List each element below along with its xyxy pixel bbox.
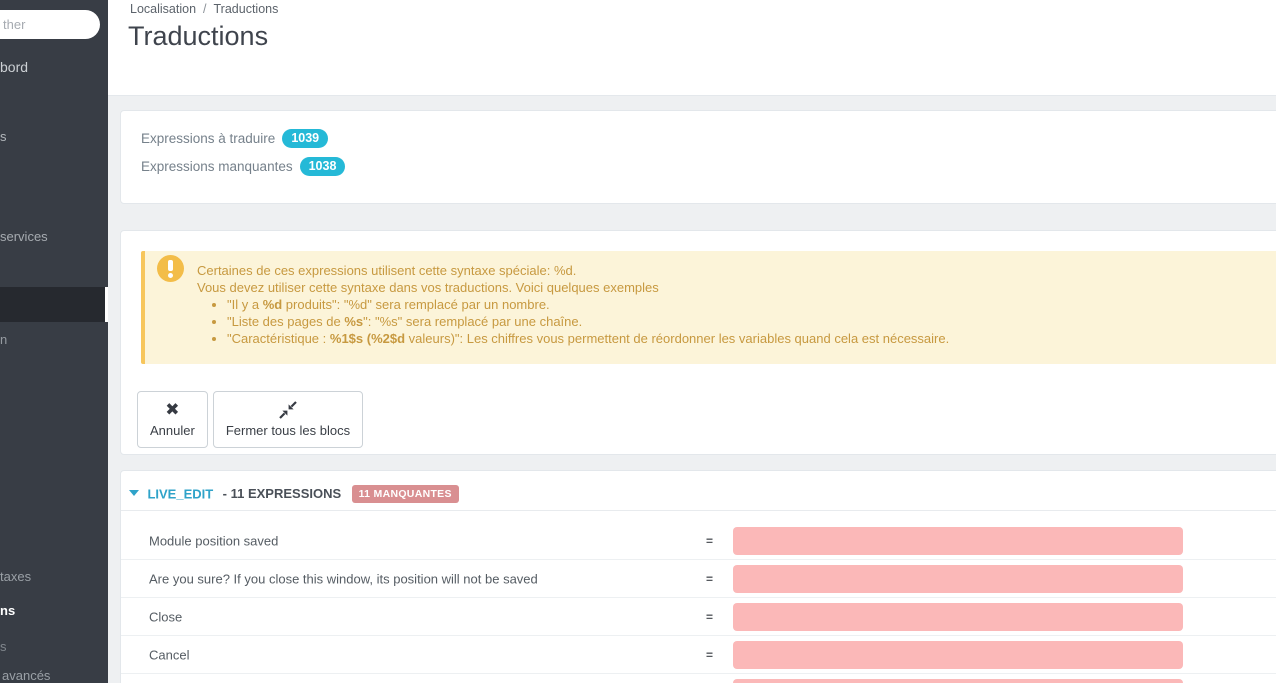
warning-example: "Il y a %d produits": "%d" sera remplacé… xyxy=(227,296,1272,313)
breadcrumb-separator: / xyxy=(203,2,207,16)
section-expression-count: - 11 EXPRESSIONS xyxy=(222,486,342,502)
stats-panel: Expressions à traduire 1039 Expressions … xyxy=(120,110,1276,204)
warning-line: Vous devez utiliser cette syntaxe dans v… xyxy=(197,280,659,295)
sidebar-item-active[interactable] xyxy=(0,287,108,322)
close-all-blocks-button[interactable]: Fermer tous les blocs xyxy=(212,391,364,448)
live-edit-panel: LIVE_EDIT - 11 EXPRESSIONS 11 MANQUANTES… xyxy=(120,470,1276,683)
count-badge: 1039 xyxy=(282,128,329,148)
toolbar: ✖ Annuler Fermer tous les blocs xyxy=(137,391,364,448)
search-placeholder-fragment: ther xyxy=(3,17,26,32)
missing-count-badge: 11 MANQUANTES xyxy=(351,484,459,503)
page-title: Traductions xyxy=(128,21,269,51)
warning-example: "Caractéristique : %1$s (%2$d valeurs)":… xyxy=(227,330,1272,347)
equals-sign: = xyxy=(706,571,714,586)
stat-line: Expressions à traduire 1039 xyxy=(141,128,1276,148)
count-badge: 1038 xyxy=(299,156,346,176)
translation-input[interactable] xyxy=(733,603,1183,631)
form-panel: Certaines de ces expressions utilisent c… xyxy=(120,230,1276,455)
translation-row: Are you sure? If you close this window, … xyxy=(121,560,1276,598)
breadcrumb: Localisation / Traductions xyxy=(130,2,278,16)
source-expression: Cancel xyxy=(149,647,190,662)
breadcrumb-current: Traductions xyxy=(213,2,279,16)
translations-page: ther bord s services n taxes ns s avancé… xyxy=(0,0,1276,683)
stat-line: Expressions manquantes 1038 xyxy=(141,156,1276,176)
search-input[interactable]: ther xyxy=(0,10,100,39)
sidebar-subitem[interactable]: n xyxy=(0,332,7,347)
stat-label: Expressions à traduire xyxy=(141,130,276,146)
sidebar: ther bord s services n taxes ns s avancé… xyxy=(0,0,108,683)
translation-input[interactable] xyxy=(733,527,1183,555)
equals-sign: = xyxy=(706,647,714,662)
warning-line: Certaines de ces expressions utilisent c… xyxy=(197,263,577,278)
warning-box: Certaines de ces expressions utilisent c… xyxy=(141,251,1276,364)
translation-input[interactable] xyxy=(733,641,1183,669)
source-expression: Close xyxy=(149,609,183,624)
sidebar-item-advanced-settings[interactable]: avancés xyxy=(2,668,50,683)
sidebar-subitem-taxes[interactable]: taxes xyxy=(0,569,31,584)
equals-sign: = xyxy=(706,533,714,548)
warning-examples: "Il y a %d produits": "%d" sera remplacé… xyxy=(227,296,1272,347)
source-expression: Module position saved xyxy=(149,533,279,548)
close-all-blocks-label: Fermer tous les blocs xyxy=(225,423,351,438)
main-content: Localisation / Traductions Traductions Exp… xyxy=(108,0,1276,683)
chevron-down-icon[interactable] xyxy=(129,489,139,496)
translation-row: = xyxy=(121,674,1276,683)
translation-row: Module position saved = xyxy=(121,522,1276,560)
section-header-live-edit[interactable]: LIVE_EDIT - 11 EXPRESSIONS 11 MANQUANTES xyxy=(121,471,1276,511)
sidebar-subitem-translations[interactable]: ns xyxy=(0,603,15,618)
warning-example: "Liste des pages de %s": "%s" sera rempl… xyxy=(227,313,1272,330)
cancel-button-label: Annuler xyxy=(150,423,195,438)
sidebar-item[interactable]: s xyxy=(0,129,7,144)
compress-icon xyxy=(279,401,297,419)
sidebar-item[interactable]: s xyxy=(0,639,7,654)
section-name: LIVE_EDIT xyxy=(147,486,214,502)
translation-input[interactable] xyxy=(733,679,1183,683)
source-expression: Are you sure? If you close this window, … xyxy=(149,571,538,586)
translation-row: Close = xyxy=(121,598,1276,636)
sidebar-item-dashboard[interactable]: bord xyxy=(0,59,28,75)
stat-label: Expressions manquantes xyxy=(141,158,293,174)
equals-sign: = xyxy=(706,609,714,624)
page-header: Localisation / Traductions Traductions xyxy=(108,0,1276,96)
sidebar-item-modules-services[interactable]: services xyxy=(0,229,48,244)
translation-input[interactable] xyxy=(733,565,1183,593)
x-icon: ✖ xyxy=(165,400,180,419)
translation-rows: Module position saved = Are you sure? If… xyxy=(121,511,1276,683)
translation-row: Cancel = xyxy=(121,636,1276,674)
warning-text: Certaines de ces expressions utilisent c… xyxy=(145,251,1276,347)
cancel-button[interactable]: ✖ Annuler xyxy=(137,391,208,448)
warning-icon xyxy=(157,255,184,282)
breadcrumb-parent[interactable]: Localisation xyxy=(130,2,196,16)
